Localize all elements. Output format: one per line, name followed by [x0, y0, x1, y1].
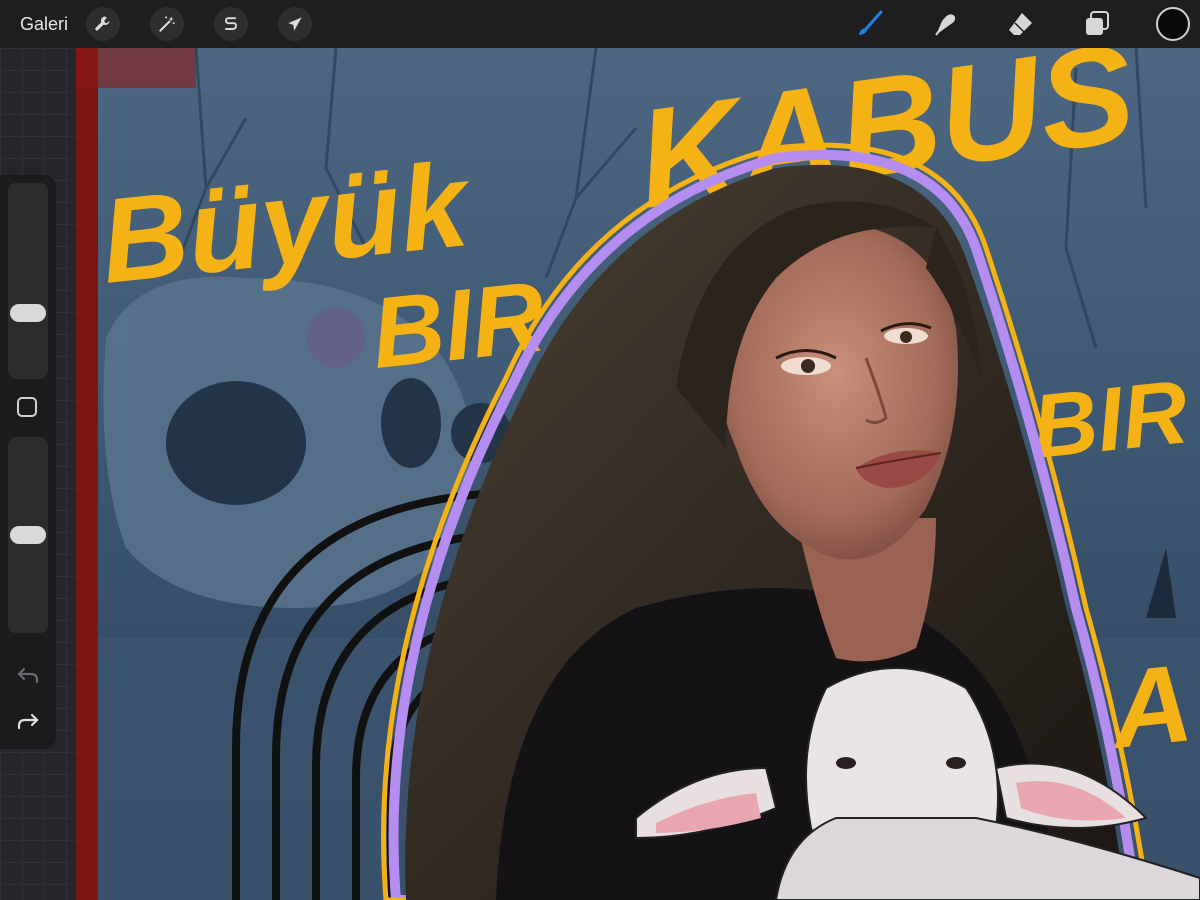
actions-button[interactable] [86, 7, 121, 41]
selection-s-icon [225, 17, 237, 30]
brush-button[interactable] [852, 7, 886, 41]
eraser-icon [1009, 13, 1032, 35]
layers-icon [1086, 11, 1109, 35]
opacity-thumb[interactable] [10, 526, 46, 544]
undo-button[interactable] [14, 661, 42, 689]
witch-figure [1146, 518, 1176, 618]
color-swatch[interactable] [1156, 7, 1190, 41]
smudge-button[interactable] [928, 7, 962, 41]
wrench-icon [95, 16, 110, 31]
top-toolbar: Galeri [0, 0, 1200, 49]
brush-size-thumb[interactable] [10, 304, 46, 323]
redo-icon [17, 713, 39, 730]
sidebar [0, 175, 56, 749]
selection-button[interactable] [214, 7, 249, 41]
modify-button[interactable] [17, 397, 37, 417]
arrow-cursor-icon [288, 17, 302, 31]
gallery-button[interactable]: Galeri [20, 14, 68, 35]
lettering-a: A [1103, 641, 1198, 772]
adjustments-button[interactable] [150, 7, 185, 41]
brush-icon [859, 10, 883, 35]
smudge-finger-icon [935, 14, 956, 36]
drawing-canvas[interactable]: Büyük BIR KABUS BIR A [76, 48, 1200, 900]
eraser-button[interactable] [1004, 7, 1038, 41]
layers-button[interactable] [1080, 7, 1114, 41]
redo-button[interactable] [14, 707, 42, 735]
undo-icon [17, 667, 39, 684]
transform-button[interactable] [278, 7, 313, 41]
right-tools [852, 0, 1200, 48]
artwork: Büyük BIR KABUS BIR A [76, 48, 1200, 900]
magic-wand-icon [159, 16, 175, 32]
brush-size-slider[interactable] [8, 183, 48, 379]
